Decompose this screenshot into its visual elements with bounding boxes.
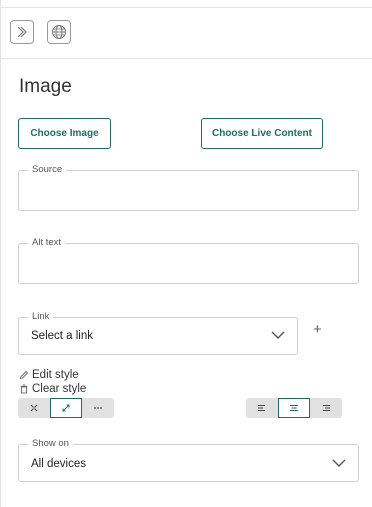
expand-panel-button[interactable]	[10, 20, 34, 44]
double-chevron-right-icon	[17, 26, 27, 38]
size-shrink-button[interactable]	[18, 398, 50, 418]
panel-toolbar	[1, 8, 372, 59]
clear-style-link[interactable]: Clear style	[19, 383, 86, 395]
source-label: Source	[28, 164, 67, 175]
alignment-toggle-group	[246, 398, 342, 418]
image-settings-panel: Image Choose Image Choose Live Content S…	[0, 0, 372, 507]
align-center-icon	[290, 405, 298, 411]
add-link-button[interactable]: +	[313, 321, 322, 338]
globe-icon	[52, 25, 66, 39]
ellipsis-icon	[94, 407, 102, 409]
chevron-down-icon	[271, 331, 285, 339]
link-select[interactable]: Link Select a link	[18, 311, 298, 355]
align-center-button[interactable]	[278, 398, 310, 418]
edit-style-link[interactable]: Edit style	[19, 369, 79, 381]
trash-icon	[20, 384, 28, 394]
align-left-button[interactable]	[246, 398, 278, 418]
size-more-button[interactable]	[82, 398, 114, 418]
choose-image-button[interactable]: Choose Image	[18, 118, 111, 149]
language-button[interactable]	[47, 20, 71, 44]
choose-live-content-button[interactable]: Choose Live Content	[201, 118, 323, 149]
size-expand-button[interactable]	[50, 398, 82, 418]
top-strip	[1, 0, 372, 8]
pencil-icon	[19, 370, 29, 380]
panel-title: Image	[19, 76, 72, 97]
link-label: Link	[28, 311, 54, 322]
chevron-down-icon	[332, 459, 346, 467]
shrink-icon	[30, 404, 38, 412]
alt-text-field[interactable]: Alt text	[18, 237, 359, 284]
source-field[interactable]: Source	[18, 164, 359, 211]
show-on-select[interactable]: Show on All devices	[18, 438, 359, 482]
align-right-icon	[323, 405, 330, 411]
edit-style-label: Edit style	[32, 369, 79, 381]
size-toggle-group	[18, 398, 114, 418]
expand-icon	[62, 404, 70, 412]
alt-text-label: Alt text	[28, 237, 66, 248]
align-left-icon	[258, 405, 265, 411]
link-selected-value: Select a link	[31, 330, 94, 342]
align-right-button[interactable]	[310, 398, 342, 418]
clear-style-label: Clear style	[32, 383, 87, 395]
show-on-selected-value: All devices	[31, 458, 86, 470]
show-on-label: Show on	[28, 438, 73, 449]
